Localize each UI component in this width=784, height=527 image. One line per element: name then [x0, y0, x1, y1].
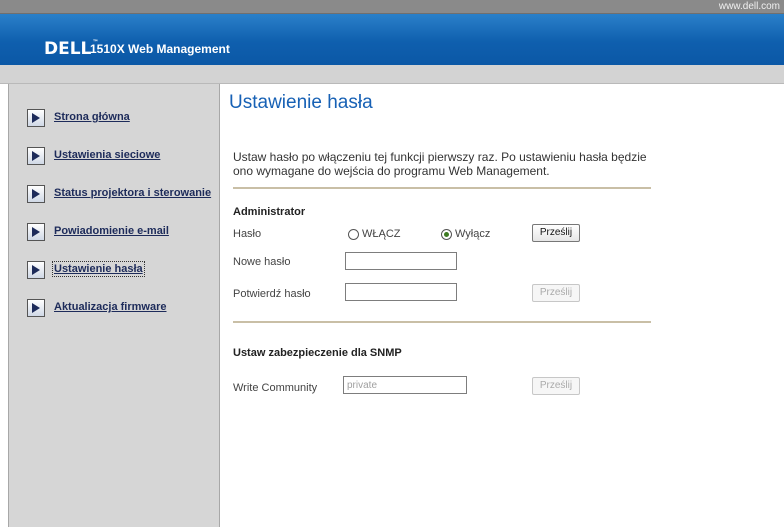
administrator-section-title: Administrator	[233, 206, 306, 218]
page-title: Ustawienie hasła	[229, 92, 373, 113]
arrow-right-icon	[27, 109, 45, 127]
sidebar: Strona główna Ustawienia sieciowe Status…	[8, 84, 220, 527]
dell-logo-text: DELL	[44, 39, 92, 59]
dell-url-text: www.dell.com	[718, 1, 780, 12]
top-strip: www.dell.com	[0, 0, 784, 14]
separator	[233, 187, 651, 189]
product-title: 1510X Web Management	[90, 42, 230, 56]
separator	[233, 321, 651, 323]
snmp-section-title: Ustaw zabezpieczenie dla SNMP	[233, 347, 402, 359]
arrow-right-icon	[27, 299, 45, 317]
confirm-password-input[interactable]	[345, 283, 457, 301]
sidebar-item-label: Strona główna	[54, 111, 130, 123]
password-submit-button[interactable]: Prześlij	[532, 224, 580, 242]
sidebar-item-label: Ustawienia sieciowe	[54, 149, 161, 161]
header-banner: DELL™ 1510X Web Management	[0, 14, 784, 65]
radio-on-label: WŁĄCZ	[362, 228, 401, 240]
page-description: Ustaw hasło po włączeniu tej funkcji pie…	[233, 150, 647, 178]
new-password-input[interactable]	[345, 252, 457, 270]
arrow-right-icon	[27, 261, 45, 279]
arrow-right-icon	[27, 223, 45, 241]
write-community-label: Write Community	[233, 382, 318, 394]
radio-checked-icon	[441, 229, 452, 240]
sidebar-item-label: Powiadomienie e-mail	[54, 225, 169, 237]
arrow-right-icon	[27, 147, 45, 165]
sub-header-bar	[0, 65, 784, 84]
sidebar-item-label: Aktualizacja firmware	[54, 301, 167, 313]
new-password-label: Nowe hasło	[233, 256, 291, 268]
radio-unchecked-icon	[348, 229, 359, 240]
radio-off-label: Wyłącz	[455, 228, 491, 240]
password-label: Hasło	[233, 228, 262, 240]
sidebar-item-label: Ustawienie hasła	[52, 261, 145, 277]
snmp-submit-button[interactable]: Prześlij	[532, 377, 580, 395]
confirm-password-submit-button[interactable]: Prześlij	[532, 284, 580, 302]
password-on-radio[interactable]: WŁĄCZ	[348, 228, 408, 242]
confirm-password-label: Potwierdź hasło	[233, 288, 311, 300]
sidebar-item-label: Status projektora i sterowanie	[54, 187, 212, 199]
main-content: Ustawienie hasła Ustaw hasło po włączeni…	[229, 84, 779, 527]
arrow-right-icon	[27, 185, 45, 203]
password-off-radio[interactable]: Wyłącz	[441, 228, 501, 242]
write-community-input[interactable]	[343, 376, 467, 394]
